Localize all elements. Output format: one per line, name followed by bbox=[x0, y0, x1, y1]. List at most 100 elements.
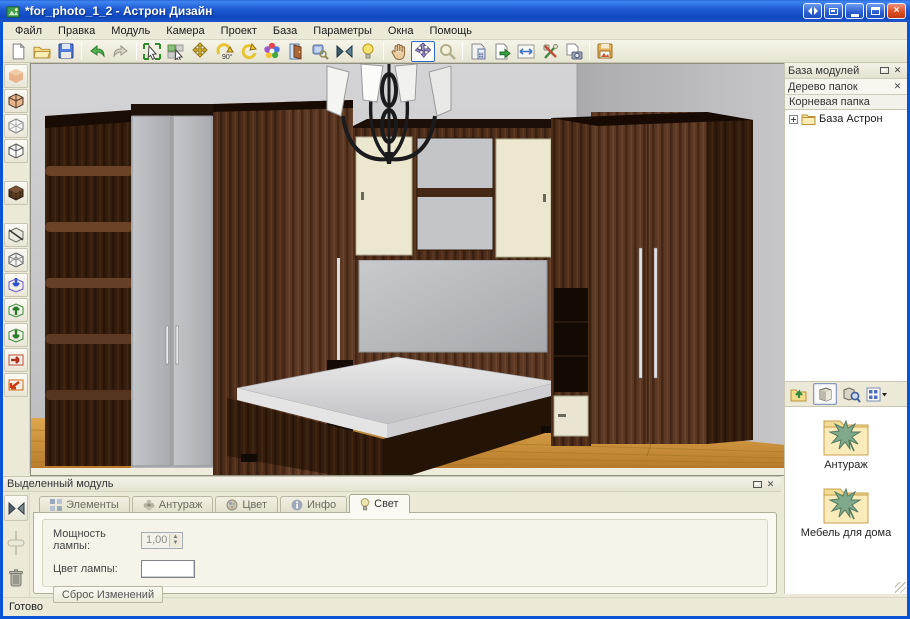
maximize-button[interactable] bbox=[866, 3, 885, 19]
tree-column-header[interactable]: Корневая папка bbox=[785, 95, 907, 110]
wireframe-cube-icon[interactable] bbox=[4, 114, 28, 138]
minimize-button[interactable] bbox=[845, 3, 864, 19]
title-bar[interactable]: *for_photo_1_2 - Астрон Дизайн × bbox=[0, 0, 910, 22]
close-tree-icon[interactable]: ✕ bbox=[891, 81, 904, 93]
flower-icon bbox=[143, 499, 155, 511]
select-module-icon[interactable] bbox=[164, 41, 188, 62]
delete-trash-icon[interactable] bbox=[4, 565, 28, 591]
redo-icon[interactable] bbox=[109, 41, 133, 62]
materials-flower-icon[interactable] bbox=[260, 41, 284, 62]
expand-icon[interactable] bbox=[789, 115, 798, 124]
tab-color[interactable]: Цвет bbox=[215, 496, 278, 513]
mirror-module-icon[interactable] bbox=[4, 495, 28, 521]
specification-icon[interactable] bbox=[466, 41, 490, 62]
tree-item-label: База Астрон bbox=[819, 113, 883, 125]
lamp-color-swatch[interactable] bbox=[141, 560, 195, 578]
tab-antourage[interactable]: Антураж bbox=[132, 496, 214, 513]
tree-item-root[interactable]: База Астрон bbox=[785, 113, 907, 125]
folder-leaf-icon bbox=[820, 481, 872, 525]
box-import-blue-icon[interactable] bbox=[4, 273, 28, 297]
view-mode-grid-icon[interactable] bbox=[865, 383, 889, 405]
bridge-cabinet[interactable] bbox=[349, 119, 575, 260]
module-list-toolbar bbox=[785, 382, 907, 407]
left-shelf-column[interactable] bbox=[45, 110, 134, 466]
tools-icon[interactable] bbox=[538, 41, 562, 62]
reset-changes-button[interactable]: Сброс Изменений bbox=[53, 586, 163, 603]
tab-elements[interactable]: Элементы bbox=[39, 496, 130, 513]
zoom-magnifier-icon[interactable] bbox=[435, 41, 459, 62]
menu-edit[interactable]: Правка bbox=[50, 23, 103, 39]
export-page-icon[interactable] bbox=[490, 41, 514, 62]
menu-project[interactable]: Проект bbox=[213, 23, 265, 39]
pan-hand-icon[interactable] bbox=[387, 41, 411, 62]
viewport-3d[interactable] bbox=[30, 63, 787, 476]
menu-windows[interactable]: Окна bbox=[380, 23, 422, 39]
float-panel-icon[interactable] bbox=[878, 65, 891, 77]
box-orange-arrow-icon[interactable] bbox=[4, 373, 28, 397]
save-icon[interactable] bbox=[54, 41, 78, 62]
svg-text:90°: 90° bbox=[222, 53, 233, 60]
shaded-cube-icon[interactable] bbox=[4, 64, 28, 88]
menu-base[interactable]: База bbox=[265, 23, 305, 39]
module-box-icon[interactable] bbox=[813, 383, 837, 405]
solid-cube-icon[interactable] bbox=[4, 89, 28, 113]
section-cube-icon[interactable] bbox=[4, 223, 28, 247]
move-icon[interactable] bbox=[188, 41, 212, 62]
level-slider-icon[interactable] bbox=[4, 530, 28, 556]
module-base-title: База модулей bbox=[788, 65, 878, 77]
mirror-door-wardrobe[interactable] bbox=[131, 104, 213, 468]
folder-tree-header[interactable]: Дерево папок ✕ bbox=[785, 79, 907, 95]
module-search-icon[interactable] bbox=[839, 383, 863, 405]
textured-cube-icon[interactable] bbox=[4, 181, 28, 205]
menu-camera[interactable]: Камера bbox=[158, 23, 212, 39]
dimensions-icon[interactable] bbox=[514, 41, 538, 62]
box-export-green-up-icon[interactable] bbox=[4, 298, 28, 322]
view-module-icon[interactable] bbox=[308, 41, 332, 62]
door-icon[interactable] bbox=[284, 41, 308, 62]
select-cursor-icon[interactable] bbox=[140, 41, 164, 62]
module-folder-list[interactable]: Антураж Мебель для дома bbox=[785, 407, 907, 594]
spinner-arrows-icon[interactable]: ▲▼ bbox=[169, 534, 181, 547]
lamp-power-spinner[interactable]: 1,00 ▲▼ bbox=[141, 532, 183, 549]
menu-bar: Файл Правка Модуль Камера Проект База Па… bbox=[3, 22, 907, 40]
selected-module-header[interactable]: Выделенный модуль ✕ bbox=[3, 477, 781, 492]
save-image-icon[interactable] bbox=[593, 41, 617, 62]
close-panel-icon[interactable]: ✕ bbox=[891, 65, 904, 77]
module-base-header[interactable]: База модулей ✕ bbox=[785, 63, 907, 79]
rotate-90-icon[interactable]: 90° bbox=[212, 41, 236, 62]
float-window-button[interactable] bbox=[824, 3, 843, 19]
lamp-color-label: Цвет лампы: bbox=[53, 563, 141, 575]
menu-module[interactable]: Модуль bbox=[103, 23, 158, 39]
ghost-cube-icon[interactable] bbox=[4, 248, 28, 272]
folder-item-antourage[interactable]: Антураж bbox=[785, 413, 907, 471]
new-document-icon[interactable] bbox=[6, 41, 30, 62]
box-red-arrow-icon[interactable] bbox=[4, 348, 28, 372]
orbit-camera-icon[interactable] bbox=[411, 41, 435, 62]
folder-up-icon[interactable] bbox=[787, 383, 811, 405]
mirror-icon[interactable] bbox=[332, 41, 356, 62]
close-button[interactable]: × bbox=[887, 3, 906, 19]
snapshot-icon[interactable] bbox=[562, 41, 586, 62]
right-shelf-column[interactable] bbox=[551, 118, 591, 446]
palette-icon bbox=[226, 499, 238, 511]
float-panel-icon[interactable] bbox=[751, 478, 764, 490]
undo-icon[interactable] bbox=[85, 41, 109, 62]
module-tabs: Элементы Антураж Цвет Инфо Свет bbox=[33, 494, 777, 513]
viewport-3d-scene[interactable] bbox=[31, 64, 786, 475]
box-import-green-down-icon[interactable] bbox=[4, 323, 28, 347]
tab-info[interactable]: Инфо bbox=[280, 496, 347, 513]
resize-grip[interactable] bbox=[895, 582, 906, 593]
tab-light[interactable]: Свет bbox=[349, 494, 409, 513]
rotate-free-icon[interactable] bbox=[236, 41, 260, 62]
folder-item-home-furniture[interactable]: Мебель для дома bbox=[785, 481, 907, 539]
menu-help[interactable]: Помощь bbox=[421, 23, 480, 39]
hidden-line-cube-icon[interactable] bbox=[4, 139, 28, 163]
menu-parameters[interactable]: Параметры bbox=[305, 23, 380, 39]
nav-arrows-button[interactable] bbox=[803, 3, 822, 19]
module-actions-toolbar bbox=[3, 493, 30, 597]
menu-file[interactable]: Файл bbox=[7, 23, 50, 39]
close-panel-icon[interactable]: ✕ bbox=[764, 478, 777, 490]
folder-tree[interactable]: База Астрон bbox=[785, 110, 907, 382]
open-folder-icon[interactable] bbox=[30, 41, 54, 62]
lamp-icon[interactable] bbox=[356, 41, 380, 62]
